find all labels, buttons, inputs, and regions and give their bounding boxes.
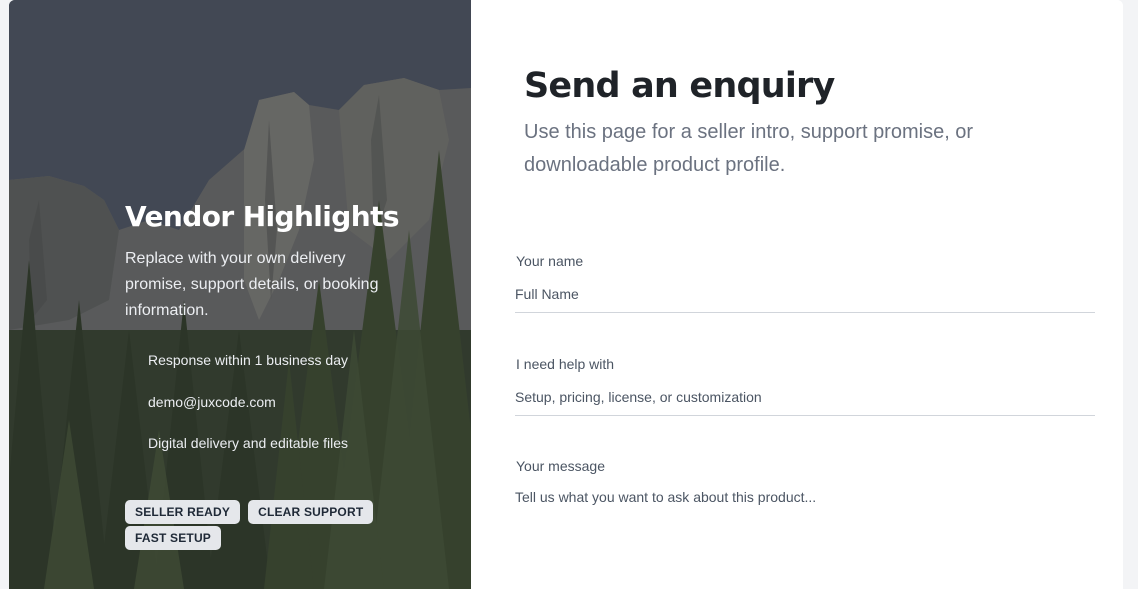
badge-seller-ready: SELLER READY — [125, 500, 241, 524]
name-field-group: Your name — [515, 252, 1095, 313]
page-card: Vendor Highlights Replace with your own … — [9, 0, 1123, 589]
name-input[interactable] — [515, 284, 1095, 313]
message-field-group: Your message — [515, 457, 1095, 579]
feature-email: demo@juxcode.com — [148, 393, 276, 410]
badge-fast-setup: FAST SETUP — [125, 526, 222, 550]
help-topic-field-group: I need help with — [515, 355, 1095, 416]
feature-delivery: Digital delivery and editable files — [148, 435, 348, 451]
vendor-panel: Vendor Highlights Replace with your own … — [9, 0, 471, 589]
enquiry-panel: Send an enquiry Use this page for a sell… — [471, 0, 1123, 589]
vendor-title: Vendor Highlights — [125, 200, 400, 233]
vendor-content: Vendor Highlights Replace with your own … — [125, 197, 425, 475]
help-topic-input[interactable] — [515, 387, 1095, 416]
feature-response-time: Response within 1 business day — [148, 352, 349, 368]
badge-clear-support: CLEAR SUPPORT — [248, 500, 374, 524]
vendor-description: Replace with your own delivery promise, … — [125, 250, 379, 319]
name-field-label: Your name — [516, 253, 584, 269]
badge-list: SELLER READY CLEAR SUPPORT FAST SETUP — [125, 500, 385, 550]
enquiry-subtitle: Use this page for a seller intro, suppor… — [524, 121, 974, 176]
feature-list: Response within 1 business day demo@juxc… — [125, 350, 425, 453]
message-field-label: Your message — [516, 458, 605, 474]
enquiry-title: Send an enquiry — [524, 66, 835, 106]
message-textarea[interactable] — [515, 489, 1095, 579]
help-topic-field-label: I need help with — [516, 356, 615, 372]
